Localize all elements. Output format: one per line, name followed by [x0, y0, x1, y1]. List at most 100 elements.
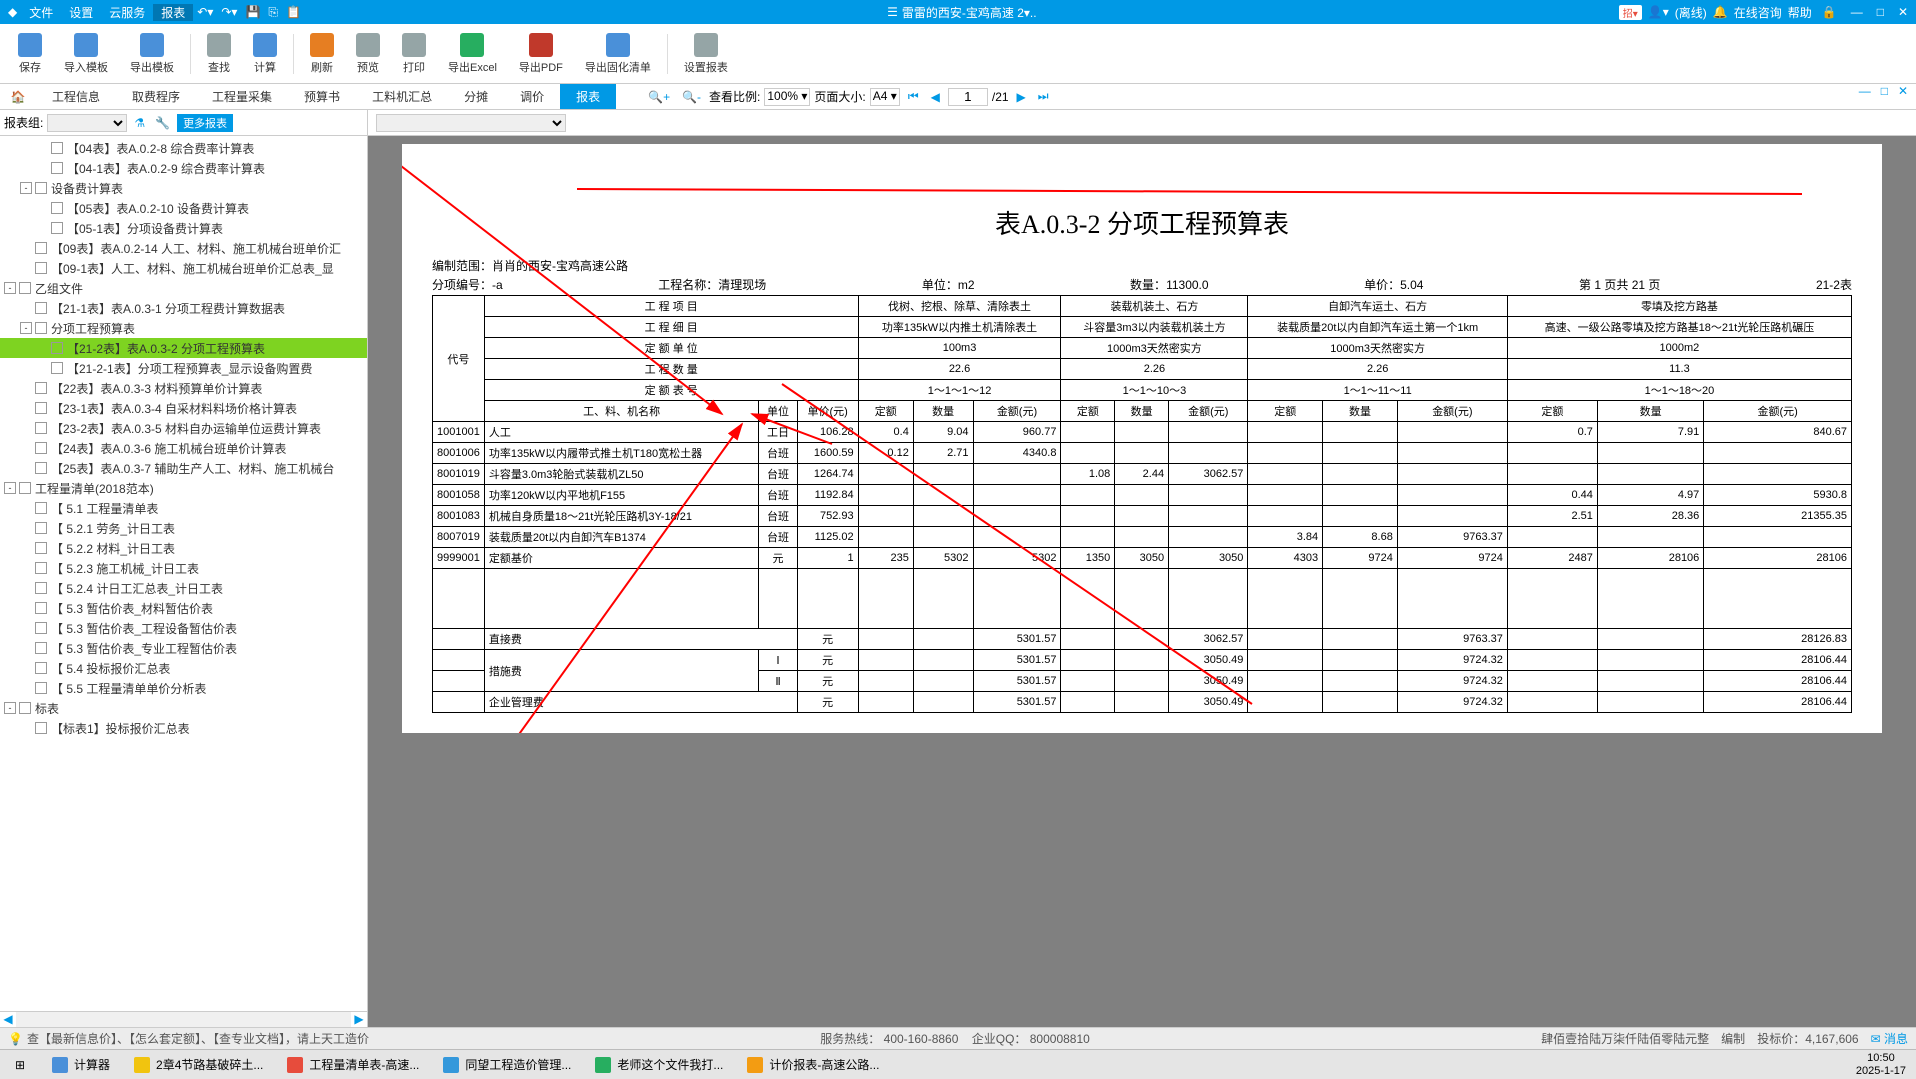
zoom-out-icon[interactable]: 🔍-	[678, 90, 705, 104]
home-icon[interactable]: 🏠	[0, 84, 36, 109]
ribbon-import-template[interactable]: 导入模板	[54, 33, 118, 75]
ribbon-refresh[interactable]: 刷新	[300, 33, 344, 75]
tree-item[interactable]: 【标表1】投标报价汇总表	[0, 718, 367, 738]
menu-cloud[interactable]: 云服务	[101, 4, 153, 21]
ribbon-settings-report[interactable]: 设置报表	[674, 33, 738, 75]
menu-file[interactable]: 文件	[21, 4, 61, 21]
tree-item[interactable]: 【 5.2.2 材料_计日工表	[0, 538, 367, 558]
close-icon[interactable]: ✕	[1894, 5, 1912, 19]
ribbon-calc[interactable]: 计算	[243, 33, 287, 75]
prev-page-icon[interactable]: ◀	[927, 90, 944, 104]
redo-icon[interactable]: ↷▾	[217, 5, 241, 19]
page-size-select[interactable]: A4 ▾	[870, 88, 900, 106]
consult-link[interactable]: 在线咨询	[1734, 4, 1782, 21]
restore-panel-icon[interactable]: □	[1877, 84, 1892, 109]
tree-item[interactable]: 【 5.3 暂估价表_专业工程暂估价表	[0, 638, 367, 658]
tree-item[interactable]: 【09-1表】人工、材料、施工机械台班单价汇总表_显	[0, 258, 367, 278]
tree-item[interactable]: 【 5.2.4 计日工汇总表_计日工表	[0, 578, 367, 598]
ribbon-export-pdf[interactable]: 导出PDF	[509, 33, 573, 75]
tree-item[interactable]: 【09表】表A.0.2-14 人工、材料、施工机械台班单价汇	[0, 238, 367, 258]
tree-item[interactable]: 【04-1表】表A.0.2-9 综合费率计算表	[0, 158, 367, 178]
tab-fee-program[interactable]: 取费程序	[116, 84, 196, 109]
tree-item[interactable]: 【 5.2.3 施工机械_计日工表	[0, 558, 367, 578]
ribbon-print[interactable]: 打印	[392, 33, 436, 75]
more-reports-button[interactable]: 更多报表	[177, 114, 233, 132]
help-link[interactable]: 帮助	[1788, 4, 1812, 21]
first-page-icon[interactable]: ⏮	[904, 89, 923, 104]
report-tree[interactable]: 【04表】表A.0.2-8 综合费率计算表【04-1表】表A.0.2-9 综合费…	[0, 136, 367, 1011]
undo-icon[interactable]: ↶▾	[193, 5, 217, 19]
ribbon-export-excel[interactable]: 导出Excel	[438, 33, 507, 75]
taskbar-item-1[interactable]: 2章4节路基破碎土...	[122, 1050, 275, 1079]
tree-item[interactable]: 【21-2-1表】分项工程预算表_显示设备购置费	[0, 358, 367, 378]
tab-allocation[interactable]: 分摊	[448, 84, 504, 109]
ribbon-export-solid[interactable]: 导出固化清单	[575, 33, 661, 75]
badge-zhao[interactable]: 招▾	[1619, 5, 1642, 20]
tab-qty-collect[interactable]: 工程量采集	[196, 84, 288, 109]
tree-item[interactable]: -分项工程预算表	[0, 318, 367, 338]
wrench-icon[interactable]: 🔧	[152, 116, 173, 130]
tree-item[interactable]: -设备费计算表	[0, 178, 367, 198]
paste-icon[interactable]: 📋	[282, 5, 305, 19]
message-link[interactable]: ✉ 消息	[1871, 1030, 1908, 1047]
ribbon-preview[interactable]: 预览	[346, 33, 390, 75]
tree-item[interactable]: 【25表】表A.0.3-7 辅助生产人工、材料、施工机械台	[0, 458, 367, 478]
tree-item[interactable]: 【 5.1 工程量清单表	[0, 498, 367, 518]
tree-item[interactable]: -工程量清单(2018范本)	[0, 478, 367, 498]
menu-settings[interactable]: 设置	[61, 4, 101, 21]
scroll-left-icon[interactable]: ◀	[0, 1012, 16, 1027]
tree-item[interactable]: 【 5.5 工程量清单单价分析表	[0, 678, 367, 698]
tree-item[interactable]: 【 5.3 暂估价表_工程设备暂估价表	[0, 618, 367, 638]
tree-item[interactable]: 【04表】表A.0.2-8 综合费率计算表	[0, 138, 367, 158]
user-icon[interactable]: 👤▾	[1648, 5, 1669, 19]
maximize-icon[interactable]: □	[1873, 5, 1888, 19]
taskbar-item-2[interactable]: 工程量清单表-高速...	[275, 1050, 431, 1079]
tree-item[interactable]: 【05-1表】分项设备费计算表	[0, 218, 367, 238]
tree-item[interactable]: 【05表】表A.0.2-10 设备费计算表	[0, 198, 367, 218]
save-icon[interactable]: 💾	[241, 5, 264, 19]
tree-item[interactable]: 【23-2表】表A.0.3-5 材料自办运输单位运费计算表	[0, 418, 367, 438]
tree-item[interactable]: 【 5.3 暂估价表_材料暂估价表	[0, 598, 367, 618]
taskbar-item-5[interactable]: 计价报表-高速公路...	[735, 1050, 891, 1079]
ribbon-find[interactable]: 查找	[197, 33, 241, 75]
tree-item[interactable]: -乙组文件	[0, 278, 367, 298]
copy-icon[interactable]: ⎘	[264, 5, 282, 20]
minimize-icon[interactable]: —	[1847, 5, 1867, 19]
filter-icon[interactable]: ⚗	[131, 116, 148, 130]
tab-report[interactable]: 报表	[560, 84, 616, 109]
tree-item[interactable]: 【22表】表A.0.3-3 材料预算单价计算表	[0, 378, 367, 398]
tab-material-summary[interactable]: 工料机汇总	[356, 84, 448, 109]
tab-budget[interactable]: 预算书	[288, 84, 356, 109]
tree-item[interactable]: -标表	[0, 698, 367, 718]
page-input[interactable]	[948, 88, 988, 106]
start-button[interactable]: ⊞	[0, 1058, 40, 1072]
ribbon-save[interactable]: 保存	[8, 33, 52, 75]
taskbar-item-4[interactable]: 老师这个文件我打...	[583, 1050, 735, 1079]
taskbar-item-3[interactable]: 同望工程造价管理...	[431, 1050, 583, 1079]
tree-item[interactable]: 【 5.2.1 劳务_计日工表	[0, 518, 367, 538]
next-page-icon[interactable]: ▶	[1013, 90, 1030, 104]
content-area[interactable]: 表A.0.3-2 分项工程预算表 编制范围： 肖肖的西安-宝鸡高速公路 分项编号…	[368, 110, 1916, 1027]
app-icon[interactable]: ◆	[4, 5, 21, 19]
minimize-panel-icon[interactable]: —	[1855, 84, 1875, 109]
doc-title[interactable]: 雷雷的西安-宝鸡高速 2▾..	[902, 4, 1037, 21]
close-panel-icon[interactable]: ✕	[1894, 84, 1912, 109]
tree-item[interactable]: 【24表】表A.0.3-6 施工机械台班单价计算表	[0, 438, 367, 458]
last-page-icon[interactable]: ⏭	[1034, 89, 1053, 104]
tree-item[interactable]: 【21-2表】表A.0.3-2 分项工程预算表	[0, 338, 367, 358]
content-select[interactable]	[376, 114, 566, 132]
taskbar-calculator[interactable]: 计算器	[40, 1050, 122, 1079]
menu-report[interactable]: 报表	[153, 4, 193, 21]
scroll-right-icon[interactable]: ▶	[351, 1012, 367, 1027]
tree-item[interactable]: 【 5.4 投标报价汇总表	[0, 658, 367, 678]
report-group-select[interactable]	[47, 114, 127, 132]
tree-item[interactable]: 【23-1表】表A.0.3-4 自采材料料场价格计算表	[0, 398, 367, 418]
sidebar-hscroll[interactable]: ◀ ▶	[0, 1011, 367, 1027]
taskbar-clock[interactable]: 10:502025-1-17	[1846, 1052, 1916, 1078]
tab-adjust-price[interactable]: 调价	[504, 84, 560, 109]
zoom-select[interactable]: 100% ▾	[764, 88, 810, 106]
zoom-in-icon[interactable]: 🔍+	[644, 90, 674, 104]
tab-project-info[interactable]: 工程信息	[36, 84, 116, 109]
lock-icon[interactable]: 🔒	[1818, 5, 1841, 19]
tree-item[interactable]: 【21-1表】表A.0.3-1 分项工程费计算数据表	[0, 298, 367, 318]
